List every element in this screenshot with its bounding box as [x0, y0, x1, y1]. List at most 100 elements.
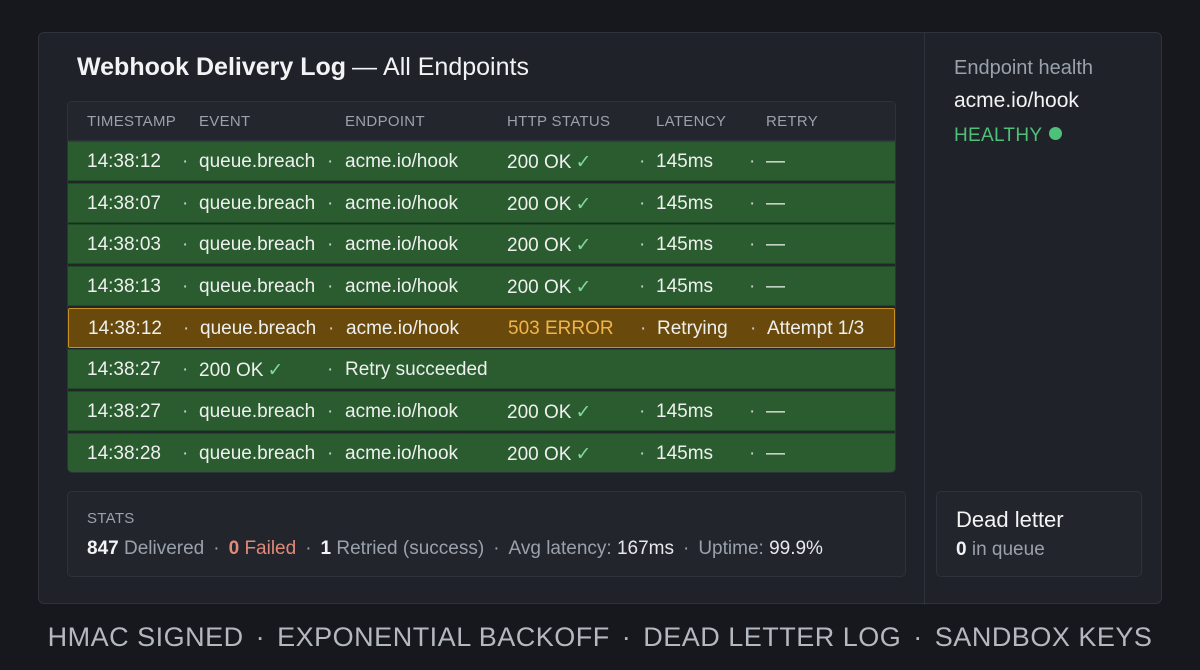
- row-endpoint: acme.io/hook: [345, 234, 459, 256]
- dead-letter-label: in queue: [971, 539, 1045, 560]
- row-latency: 145ms: [656, 151, 714, 172]
- row-event: queue.breach: [199, 401, 316, 423]
- check-icon: ✓: [575, 443, 592, 465]
- row-endpoint: acme.io/hook: [345, 192, 459, 214]
- row-http-status: 200 OK ✓: [507, 402, 592, 424]
- delivery-table: TIMESTAMP EVENT ENDPOINT HTTP STATUS LAT…: [67, 101, 896, 473]
- separator: ·: [639, 192, 646, 214]
- footer-separator: ·: [621, 622, 632, 652]
- status-dot-icon: [1049, 127, 1063, 140]
- column-header-retry[interactable]: RETRY: [766, 113, 818, 130]
- row-timestamp: 14:38:28: [87, 442, 161, 464]
- row-retry-message: Retry succeeded: [345, 359, 488, 381]
- separator: ·: [182, 401, 189, 423]
- separator: ·: [639, 401, 646, 423]
- failed-label: Failed: [244, 538, 297, 559]
- separator: ·: [749, 442, 756, 464]
- footer-separator: ·: [913, 622, 923, 652]
- table-row[interactable]: 14:38:28 · queue.breach · acme.io/hook 2…: [68, 432, 895, 472]
- check-icon: ✓: [575, 402, 592, 424]
- dead-letter-count: 0 in queue: [956, 539, 1045, 561]
- row-timestamp: 14:38:03: [87, 234, 161, 256]
- table-header: TIMESTAMP EVENT ENDPOINT HTTP STATUS LAT…: [68, 102, 895, 141]
- row-event: queue.breach: [199, 442, 316, 464]
- separator: ·: [182, 276, 189, 298]
- row-timestamp: 14:38:13: [87, 276, 161, 298]
- endpoint-name[interactable]: acme.io/hook: [954, 89, 1079, 113]
- row-endpoint: acme.io/hook: [345, 151, 459, 172]
- separator: ·: [327, 359, 334, 381]
- separator: ·: [213, 538, 220, 559]
- row-event: queue.breach: [199, 276, 316, 298]
- dead-letter-card[interactable]: Dead letter 0 in queue: [936, 491, 1142, 577]
- row-retry: —: [766, 276, 785, 298]
- separator: ·: [327, 401, 334, 423]
- row-timestamp: 14:38:12: [87, 151, 161, 172]
- feature-dead-letter-log: DEAD LETTER LOG: [643, 622, 902, 652]
- feature-footer: HMAC SIGNED · EXPONENTIAL BACKOFF · DEAD LET…: [0, 622, 1200, 653]
- row-retry: Attempt 1/3: [767, 317, 865, 339]
- column-header-http-status[interactable]: HTTP STATUS: [507, 113, 610, 130]
- row-event: 200 OK ✓: [199, 360, 284, 382]
- feature-hmac: HMAC SIGNED: [47, 622, 244, 652]
- table-row[interactable]: 14:38:13 · queue.breach · acme.io/hook 2…: [68, 266, 895, 307]
- row-timestamp: 14:38:27: [87, 401, 161, 423]
- row-timestamp: 14:38:12: [88, 317, 162, 339]
- separator: ·: [749, 401, 756, 423]
- separator: ·: [639, 442, 646, 464]
- separator: ·: [749, 151, 756, 172]
- table-row[interactable]: 14:38:07 · queue.breach · acme.io/hook 2…: [68, 182, 895, 223]
- row-latency: 145ms: [656, 401, 714, 423]
- row-http-status: 200 OK ✓: [507, 152, 592, 173]
- stats-summary: 847 Delivered · 0 Failed · 1 Retried (succes…: [87, 538, 823, 560]
- column-header-event[interactable]: EVENT: [199, 113, 251, 130]
- failed-count: 0: [228, 538, 240, 559]
- panel-divider: [924, 33, 925, 605]
- endpoint-health-title: Endpoint health: [954, 57, 1094, 79]
- row-latency: Retrying: [657, 317, 728, 339]
- check-icon: ✓: [267, 360, 284, 382]
- table-row-error[interactable]: 14:38:12 · queue.breach · acme.io/hook 5…: [68, 307, 895, 348]
- failed-stat: 0 Failed: [229, 538, 297, 559]
- table-row[interactable]: 14:38:27 · queue.breach · acme.io/hook 2…: [68, 391, 895, 432]
- table-row[interactable]: 14:38:12 · queue.breach · acme.io/hook 2…: [68, 141, 895, 181]
- table-row-retry-success[interactable]: 14:38:27 · 200 OK ✓ · Retry succeeded: [68, 349, 895, 390]
- page-title: Webhook Delivery Log — All Endpoints: [77, 53, 529, 81]
- row-event: queue.breach: [199, 234, 316, 256]
- separator: ·: [327, 192, 334, 214]
- separator: ·: [750, 317, 757, 339]
- row-latency: 145ms: [656, 192, 714, 214]
- row-endpoint: acme.io/hook: [345, 401, 459, 423]
- separator: ·: [305, 538, 312, 559]
- check-icon: ✓: [575, 277, 592, 299]
- column-header-timestamp[interactable]: TIMESTAMP: [87, 113, 176, 130]
- row-http-status: 200 OK ✓: [507, 235, 592, 257]
- feature-backoff: EXPONENTIAL BACKOFF: [277, 622, 610, 652]
- check-icon: ✓: [575, 152, 592, 173]
- row-event: queue.breach: [200, 317, 317, 339]
- row-latency: 145ms: [656, 276, 714, 298]
- webhook-log-panel: Webhook Delivery Log — All Endpoints TIMES…: [38, 32, 1162, 605]
- footer-separator: ·: [255, 622, 266, 652]
- separator: ·: [639, 234, 646, 256]
- row-timestamp: 14:38:07: [87, 192, 161, 214]
- separator: ·: [182, 359, 189, 381]
- row-event: queue.breach: [199, 151, 316, 172]
- column-header-latency[interactable]: LATENCY: [656, 113, 726, 130]
- table-row[interactable]: 14:38:03 · queue.breach · acme.io/hook 2…: [68, 224, 895, 265]
- row-http-status-error: 503 ERROR: [508, 317, 614, 339]
- retried-label: Retried (success): [336, 538, 485, 559]
- dead-letter-number: 0: [956, 539, 967, 560]
- feature-sandbox-keys: SANDBOX KEYS: [934, 622, 1153, 652]
- separator: ·: [327, 442, 334, 464]
- row-http-status: 200 OK ✓: [507, 193, 592, 215]
- column-header-endpoint[interactable]: ENDPOINT: [345, 113, 425, 130]
- row-retry: —: [766, 151, 785, 172]
- row-event: queue.breach: [199, 192, 316, 214]
- separator: ·: [493, 538, 500, 559]
- check-icon: ✓: [575, 193, 592, 215]
- separator: ·: [640, 317, 647, 339]
- delivered-count: 847: [87, 538, 119, 559]
- row-retry: —: [766, 401, 785, 423]
- uptime-label: Uptime:: [698, 538, 764, 559]
